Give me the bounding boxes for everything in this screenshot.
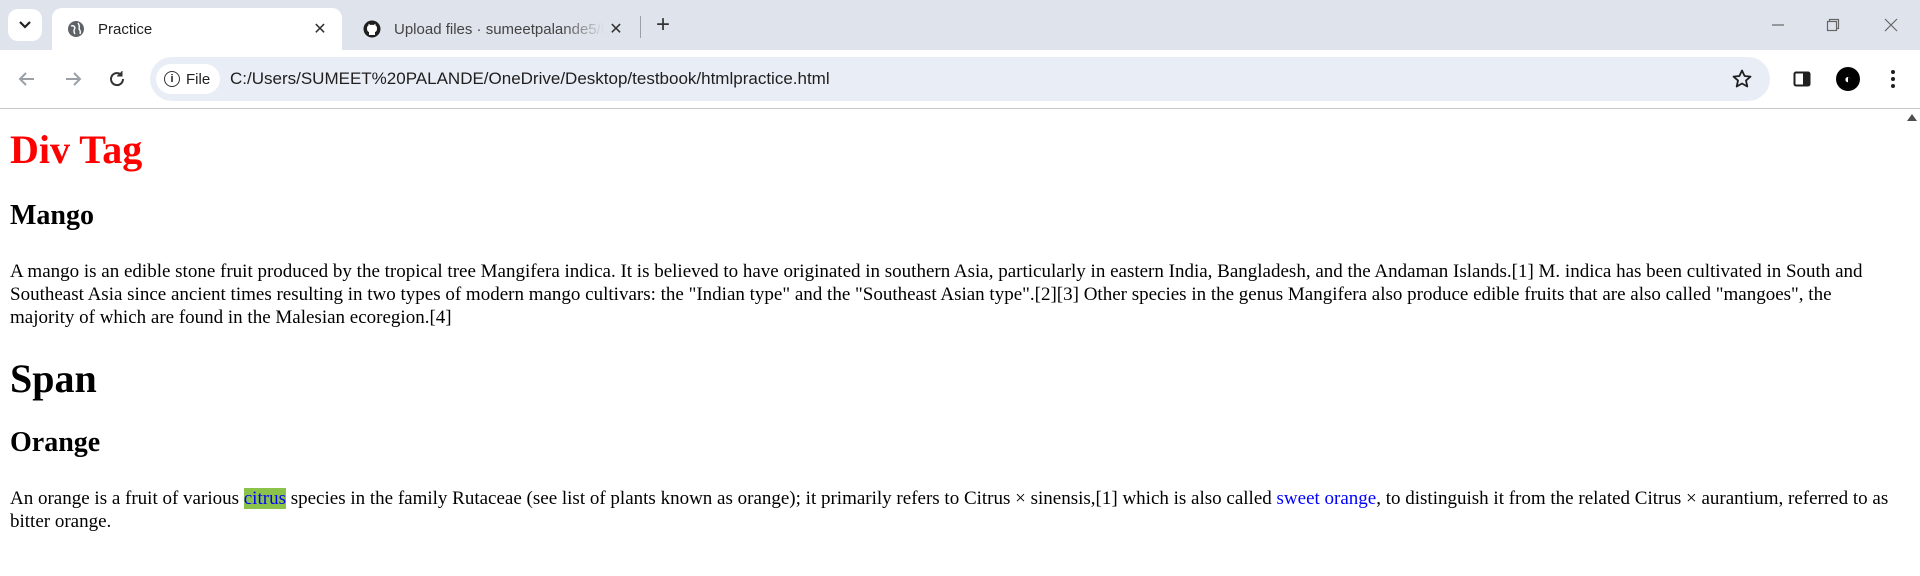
- profile-icon[interactable]: ◐: [1833, 64, 1863, 94]
- close-window-icon[interactable]: [1876, 10, 1906, 40]
- mango-heading: Mango: [10, 200, 94, 231]
- tab-upload-files[interactable]: Upload files · sumeetpalande5/H ✕: [348, 8, 638, 50]
- tab-search-button[interactable]: [8, 9, 42, 41]
- sweet-orange-text: sweet orange: [1276, 488, 1377, 509]
- minimize-icon[interactable]: [1763, 10, 1793, 40]
- vertical-scrollbar[interactable]: [1904, 109, 1920, 576]
- orange-text-part: An orange is a fruit of various: [10, 488, 244, 509]
- tab-title: Practice: [98, 20, 153, 38]
- div-tag-heading: Div Tag: [10, 127, 143, 172]
- star-icon[interactable]: [1730, 67, 1754, 91]
- globe-icon: [66, 19, 86, 39]
- info-icon: i: [164, 71, 180, 87]
- github-icon: [362, 19, 382, 39]
- tab-search-icon: [19, 21, 31, 29]
- forward-icon[interactable]: [58, 64, 88, 94]
- site-info-label: File: [186, 70, 211, 88]
- menu-icon[interactable]: [1878, 64, 1908, 94]
- scroll-up-arrow-icon[interactable]: [1907, 114, 1917, 121]
- reload-icon[interactable]: [102, 64, 132, 94]
- url-text[interactable]: C:/Users/SUMEET%20PALANDE/OneDrive/Deskt…: [230, 69, 830, 89]
- new-tab-button[interactable]: +: [650, 11, 676, 38]
- tab-close-button[interactable]: ✕: [604, 17, 628, 41]
- span-heading: Span: [10, 356, 97, 401]
- side-panel-icon[interactable]: [1787, 64, 1817, 94]
- orange-heading: Orange: [10, 427, 101, 458]
- restore-icon[interactable]: [1818, 10, 1848, 40]
- tab-strip: Practice ✕ Upload files · sumeetpalande5…: [0, 0, 1920, 50]
- tab-close-button[interactable]: ✕: [308, 17, 332, 41]
- citrus-highlight: citrus: [243, 488, 286, 509]
- toolbar: i File C:/Users/SUMEET%20PALANDE/OneDriv…: [0, 50, 1920, 109]
- orange-paragraph: An orange is a fruit of various citrus s…: [10, 487, 1890, 533]
- tab-separator: [640, 16, 641, 38]
- avatar: ◐: [1836, 67, 1860, 91]
- address-bar[interactable]: i File C:/Users/SUMEET%20PALANDE/OneDriv…: [150, 57, 1770, 101]
- orange-text-part: species in the family Rutaceae (see list…: [285, 488, 1277, 509]
- site-info-chip[interactable]: i File: [156, 64, 221, 94]
- page-content: Div Tag Mango A mango is an edible stone…: [0, 109, 1904, 576]
- tab-title: Upload files · sumeetpalande5/H: [394, 20, 604, 38]
- back-icon[interactable]: [12, 64, 42, 94]
- tab-practice[interactable]: Practice ✕: [52, 8, 342, 50]
- mango-paragraph: A mango is an edible stone fruit produce…: [10, 261, 1863, 328]
